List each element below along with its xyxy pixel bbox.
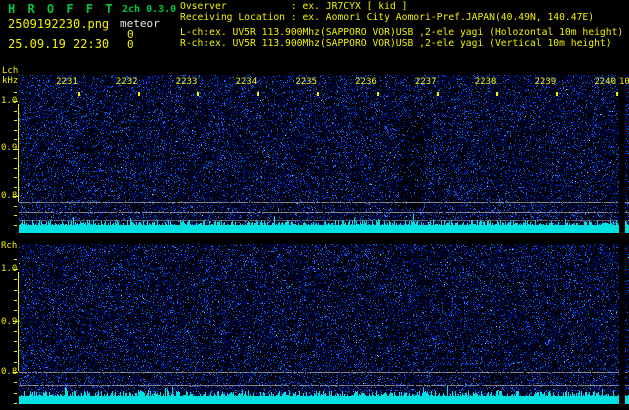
frequency-label: 0.9: [1, 317, 17, 327]
minor-frequency-tick: [14, 139, 17, 140]
minor-frequency-tick: [14, 310, 17, 311]
minor-frequency-tick: [14, 111, 17, 112]
major-frequency-tick: [13, 196, 18, 197]
minor-frequency-tick: [14, 300, 17, 301]
minute-tick: [197, 92, 199, 96]
minute-tick: [616, 92, 618, 96]
time-label: 2236: [354, 77, 377, 87]
minor-frequency-tick: [14, 341, 17, 342]
minute-tick: [377, 92, 379, 96]
minor-frequency-tick: [14, 187, 17, 188]
major-frequency-tick: [13, 149, 18, 150]
rch-receiver-info: R-ch:ex. UV5R 113.900Mhz(SAPPORO VOR)USB…: [180, 39, 612, 49]
rch-panel-label: Rch: [1, 241, 17, 251]
minor-frequency-tick: [14, 331, 17, 332]
time-label: 2231: [55, 77, 78, 87]
lch-unit-label: kHz: [2, 76, 18, 86]
timestamp: 25.09.19 22:30: [8, 37, 109, 51]
minor-frequency-tick: [14, 168, 17, 169]
minor-frequency-tick: [14, 215, 17, 216]
meteor-counter-label: meteor: [120, 17, 160, 30]
minute-tick: [257, 92, 259, 96]
minor-frequency-tick: [14, 158, 17, 159]
minor-frequency-tick: [14, 130, 17, 131]
minor-frequency-tick: [14, 177, 17, 178]
minute-tick: [556, 92, 558, 96]
minor-frequency-tick: [14, 351, 17, 352]
rch-frequency-axis: [18, 272, 19, 371]
minor-frequency-tick: [14, 225, 17, 226]
minor-frequency-tick: [14, 382, 17, 383]
time-label: 2238: [473, 77, 496, 87]
major-frequency-tick: [13, 269, 18, 270]
minute-tick: [78, 92, 80, 96]
major-frequency-tick: [13, 372, 18, 373]
minor-frequency-tick: [14, 393, 17, 394]
minor-frequency-tick: [14, 290, 17, 291]
rch-spectrogram: [19, 244, 629, 404]
time-label: 2240: [593, 77, 616, 87]
minute-tick: [317, 92, 319, 96]
major-frequency-tick: [13, 321, 18, 322]
minor-frequency-tick: [14, 362, 17, 363]
clipped-time-label: 10: [619, 77, 629, 87]
lch-spectrogram: [19, 75, 629, 233]
minor-frequency-tick: [14, 92, 17, 93]
lch-receiver-info: L-ch:ex. UV5R 113.900Mhz(SAPPORO VOR)USB…: [180, 28, 623, 38]
time-label: 2234: [234, 77, 257, 87]
minute-tick: [138, 92, 140, 96]
lch-panel-label: Lch: [2, 66, 18, 76]
minor-frequency-tick: [14, 259, 17, 260]
time-label: 2233: [174, 77, 197, 87]
app-version: 2ch 0.3.0: [122, 4, 176, 15]
minor-frequency-tick: [14, 120, 17, 121]
minute-tick: [496, 92, 498, 96]
meteor-count-rch: 0: [127, 38, 134, 51]
time-label: 2237: [414, 77, 437, 87]
receiving-location-info: Receiving Location : ex. Aomori City Aom…: [180, 13, 594, 23]
minute-tick: [437, 92, 439, 96]
hrofft-screen: H R O F F T 2ch 0.3.0 2509192230.png met…: [0, 0, 629, 410]
minor-frequency-tick: [14, 206, 17, 207]
output-filename: 2509192230.png: [8, 17, 109, 31]
app-title: H R O F F T: [8, 2, 115, 16]
time-label: 2239: [533, 77, 556, 87]
lch-frequency-axis: [18, 104, 19, 202]
major-frequency-tick: [13, 101, 18, 102]
minor-frequency-tick: [14, 279, 17, 280]
observer-info: Ovserver : ex. JR7CYX [ kid ]: [180, 2, 407, 12]
time-label: 2235: [294, 77, 317, 87]
time-label: 2232: [115, 77, 138, 87]
minor-frequency-tick: [14, 403, 17, 404]
